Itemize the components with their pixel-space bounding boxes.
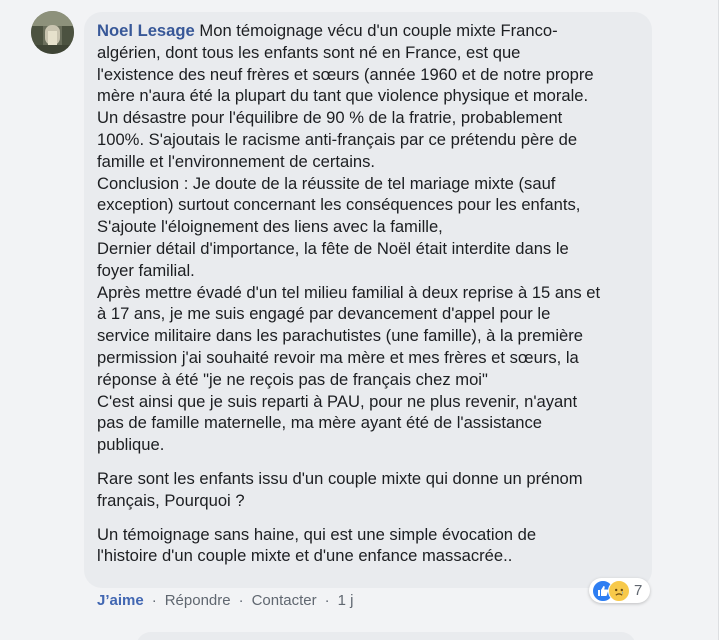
avatar-photo — [31, 11, 74, 54]
comment-paragraph-text: Mon témoignage vécu d'un couple mixte Fr… — [97, 21, 601, 455]
comment-paragraph: Noel Lesage Mon témoignage vécu d'un cou… — [97, 20, 642, 456]
comment-timestamp[interactable]: 1 j — [338, 592, 354, 609]
comment-actions: J’aime · Répondre · Contacter · 1 j — [97, 592, 353, 609]
avatar[interactable] — [31, 11, 74, 54]
separator: · — [238, 592, 244, 609]
comment-author-link[interactable]: Noel Lesage — [97, 21, 195, 40]
reaction-summary[interactable]: 7 — [589, 578, 651, 603]
sad-icon — [608, 579, 630, 602]
contact-button[interactable]: Contacter — [252, 592, 317, 609]
separator: · — [324, 592, 330, 609]
comment-thread: Noel Lesage Mon témoignage vécu d'un cou… — [0, 0, 719, 640]
comment-bubble: Noel Lesage Mon témoignage vécu d'un cou… — [84, 12, 652, 588]
separator: · — [151, 592, 157, 609]
comment-paragraph: Un témoignage sans haine, qui est une si… — [97, 524, 537, 566]
next-comment-bubble — [136, 632, 636, 640]
comment-body: Noel Lesage Mon témoignage vécu d'un cou… — [97, 20, 642, 567]
reply-button[interactable]: Répondre — [165, 592, 231, 609]
reaction-count: 7 — [634, 582, 643, 599]
like-button[interactable]: J’aime — [97, 592, 144, 609]
comment-paragraph: Rare sont les enfants issu d'un couple m… — [97, 468, 583, 510]
